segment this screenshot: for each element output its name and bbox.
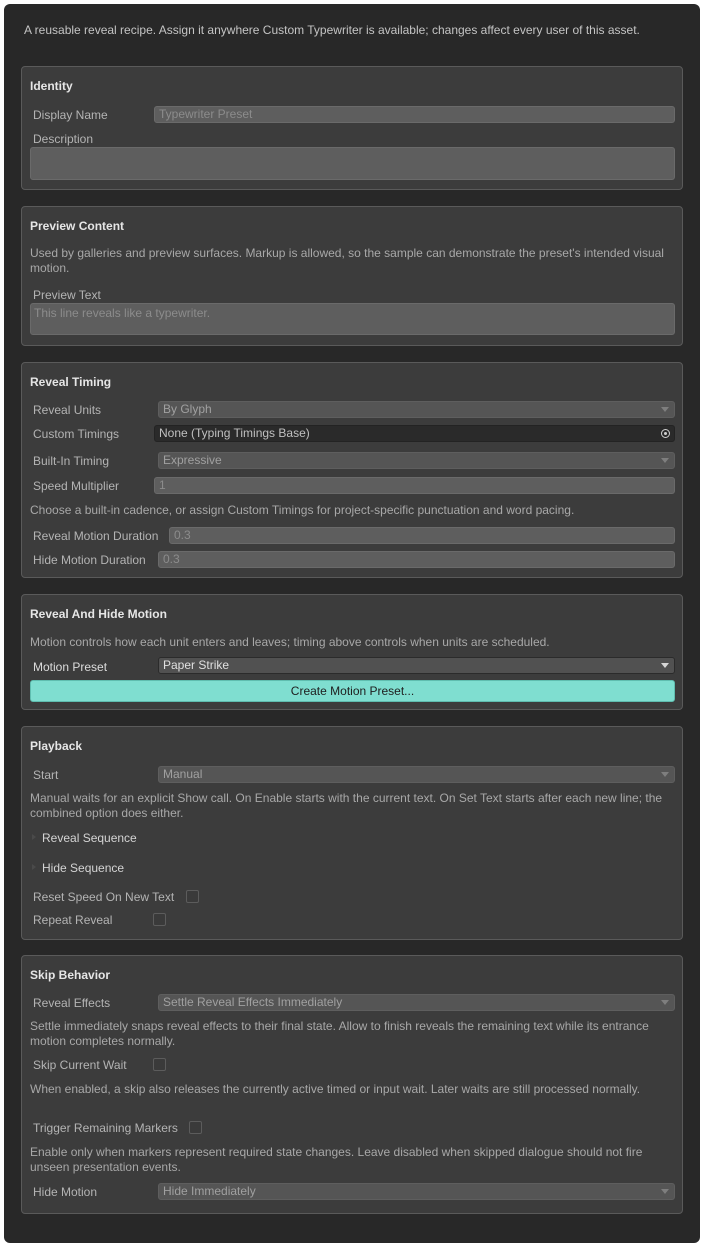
object-picker-icon[interactable] [661,429,670,438]
reveal-units-label: Reveal Units [33,403,102,417]
reveal-sequence-foldout[interactable]: Reveal Sequence [42,831,137,845]
hide-motion-duration-field[interactable]: 0.3 [158,551,675,568]
reveal-timing-section: Reveal Timing Reveal Units By Glyph Cust… [21,362,683,578]
reset-speed-label: Reset Speed On New Text [33,890,175,904]
speed-multiplier-field[interactable]: 1 [154,477,675,494]
foldout-arrow-icon[interactable] [32,864,36,870]
skip-behavior-section: Skip Behavior Reveal Effects Settle Reve… [21,955,683,1214]
section-title: Reveal Timing [30,375,112,389]
playback-section: Playback Start Manual Manual waits for a… [21,726,683,940]
trigger-markers-label: Trigger Remaining Markers [33,1121,178,1135]
section-title: Playback [30,739,83,753]
repeat-reveal-label: Repeat Reveal [33,913,113,927]
builtin-timing-label: Built-In Timing [33,454,110,468]
display-name-label: Display Name [33,108,108,122]
section-title: Preview Content [30,219,125,233]
motion-section: Reveal And Hide Motion Motion controls h… [21,594,683,710]
chevron-down-icon [661,1189,669,1194]
object-field-value: None (Typing Timings Base) [159,426,310,440]
dropdown-value: Manual [163,767,203,781]
chevron-down-icon [661,663,669,668]
speed-multiplier-label: Speed Multiplier [33,479,120,493]
reset-speed-checkbox[interactable] [186,890,199,903]
preview-section: Preview Content Used by galleries and pr… [21,206,683,346]
chevron-down-icon [661,458,669,463]
foldout-arrow-icon[interactable] [32,834,36,840]
description-label: Description [33,132,94,146]
custom-timings-object-field[interactable]: None (Typing Timings Base) [154,425,675,442]
chevron-down-icon [661,1000,669,1005]
reveal-units-dropdown[interactable]: By Glyph [158,401,675,418]
hide-motion-duration-label: Hide Motion Duration [33,553,146,567]
section-title: Reveal And Hide Motion [30,607,167,621]
custom-timings-label: Custom Timings [33,427,120,441]
motion-preset-dropdown[interactable]: Paper Strike [158,657,675,674]
skip-wait-help-text: When enabled, a skip also releases the c… [30,1082,641,1096]
skip-current-wait-checkbox[interactable] [153,1058,166,1071]
dropdown-value: Expressive [163,453,222,467]
preview-text-field[interactable]: This line reveals like a typewriter. [30,303,675,335]
skip-current-wait-label: Skip Current Wait [33,1058,127,1072]
builtin-timing-dropdown[interactable]: Expressive [158,452,675,469]
description-field[interactable] [30,147,675,180]
chevron-down-icon [661,407,669,412]
reveal-effects-help-text: Settle immediately snaps reveal effects … [30,1019,649,1048]
identity-section: Identity Display Name Typewriter Preset … [21,66,683,190]
reveal-effects-label: Reveal Effects [33,996,111,1010]
intro-text: A reusable reveal recipe. Assign it anyw… [24,23,640,37]
chevron-down-icon [661,772,669,777]
motion-preset-label: Motion Preset [33,660,108,674]
hide-motion-label: Hide Motion [33,1185,98,1199]
hide-sequence-foldout[interactable]: Hide Sequence [42,861,124,875]
motion-help-text: Motion controls how each unit enters and… [30,635,550,649]
preview-help-text: Used by galleries and preview surfaces. … [30,246,664,275]
section-title: Identity [30,79,73,93]
create-motion-preset-button[interactable]: Create Motion Preset... [30,680,675,702]
reveal-motion-duration-label: Reveal Motion Duration [33,529,159,543]
inspector-panel: A reusable reveal recipe. Assign it anyw… [4,4,700,1243]
start-label: Start [33,768,59,782]
repeat-reveal-checkbox[interactable] [153,913,166,926]
trigger-markers-help-text: Enable only when markers represent requi… [30,1145,643,1174]
start-dropdown[interactable]: Manual [158,766,675,783]
dropdown-value: Paper Strike [163,658,230,672]
dropdown-value: Hide Immediately [163,1184,256,1198]
dropdown-value: By Glyph [163,402,212,416]
display-name-field[interactable]: Typewriter Preset [154,106,675,123]
trigger-markers-checkbox[interactable] [189,1121,202,1134]
timing-help-text: Choose a built-in cadence, or assign Cus… [30,503,575,517]
reveal-motion-duration-field[interactable]: 0.3 [169,527,675,544]
hide-motion-dropdown[interactable]: Hide Immediately [158,1183,675,1200]
playback-help-text: Manual waits for an explicit Show call. … [30,791,663,820]
dropdown-value: Settle Reveal Effects Immediately [163,995,343,1009]
section-title: Skip Behavior [30,968,111,982]
reveal-effects-dropdown[interactable]: Settle Reveal Effects Immediately [158,994,675,1011]
preview-text-label: Preview Text [33,288,101,302]
